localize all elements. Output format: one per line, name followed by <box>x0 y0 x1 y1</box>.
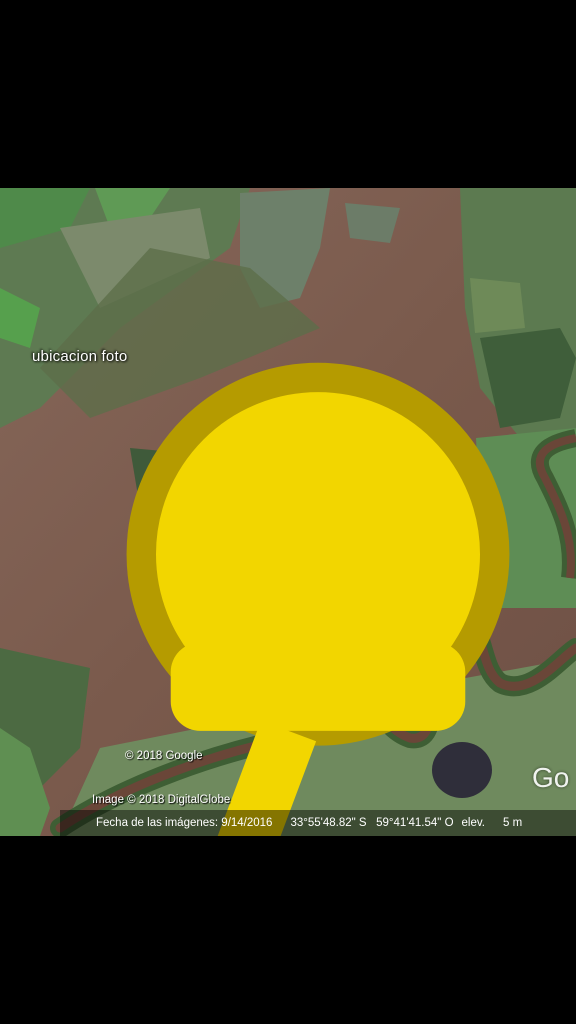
status-bar: Fecha de las imágenes: 9/14/2016 33°55'4… <box>60 810 576 836</box>
google-logo: Go <box>532 762 570 793</box>
placemark[interactable]: ubicacion foto <box>30 348 510 836</box>
elevation-label: elev. <box>461 817 485 829</box>
imagery-copyright: Image © 2018 DigitalGlobe <box>92 794 231 806</box>
coordinates-readout: 33°55'48.82" S 59°41'41.54" O <box>290 817 454 829</box>
altitude-readout: 5 m <box>502 817 523 829</box>
yellow-pushpin-icon[interactable] <box>30 348 576 836</box>
satellite-map[interactable]: ubicacion foto © 2018 Google Image © 201… <box>0 188 576 836</box>
imagery-date: Fecha de las imágenes: 9/14/2016 <box>96 817 273 829</box>
google-copyright: © 2018 Google <box>125 750 203 762</box>
